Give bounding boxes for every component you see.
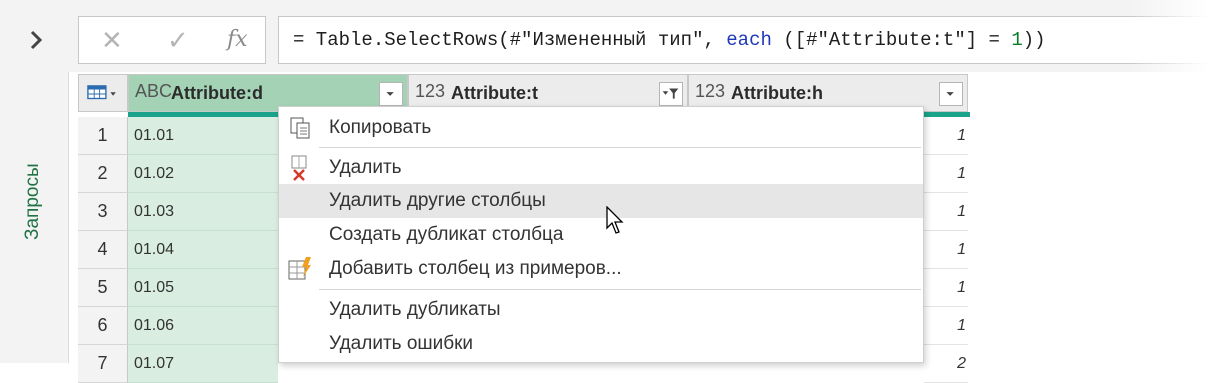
chevron-down-icon <box>386 92 394 96</box>
menu-item-label: Создать дубликат столбца <box>329 224 564 245</box>
column-attribute-h-cells: 1 1 1 1 1 1 2 <box>924 117 968 383</box>
confirm-formula-icon[interactable]: ✓ <box>167 27 189 53</box>
table-cell[interactable]: 01.05 <box>128 269 278 307</box>
menu-item-label: Удалить ошибки <box>329 333 474 354</box>
table-cell[interactable]: 01.07 <box>128 345 278 383</box>
menu-item-label: Удалить дубликаты <box>329 299 501 320</box>
menu-separator <box>319 147 921 148</box>
column-attribute-d-cells: 01.01 01.02 01.03 01.04 01.05 01.06 01.0… <box>128 117 278 383</box>
menu-item-delete[interactable]: Удалить <box>279 151 923 185</box>
table-cell[interactable]: 1 <box>924 307 968 345</box>
number-type-icon[interactable]: 123 <box>695 81 725 102</box>
column-filter-button[interactable] <box>659 82 683 106</box>
row-number[interactable]: 5 <box>78 269 128 307</box>
row-number[interactable]: 1 <box>78 117 128 155</box>
row-number[interactable]: 3 <box>78 193 128 231</box>
row-numbers: 1 2 3 4 5 6 7 <box>78 117 128 383</box>
table-cell[interactable]: 1 <box>924 231 968 269</box>
column-dropdown-button[interactable] <box>939 82 963 106</box>
table-icon <box>87 85 116 100</box>
table-cell[interactable]: 01.03 <box>128 193 278 231</box>
table-cell[interactable]: 1 <box>924 155 968 193</box>
menu-item-remove-duplicates[interactable]: Удалить дубликаты <box>279 293 923 327</box>
table-cell[interactable]: 01.01 <box>128 117 278 155</box>
menu-separator <box>319 289 921 290</box>
column-name: Attribute:t <box>451 83 538 103</box>
table-menu-corner[interactable] <box>78 74 128 112</box>
table-cell[interactable]: 01.04 <box>128 231 278 269</box>
formula-input[interactable]: = Table.SelectRows(#"Измененный тип", ea… <box>278 16 1208 64</box>
table-cell[interactable]: 1 <box>924 269 968 307</box>
menu-item-copy[interactable]: Копировать <box>279 111 923 145</box>
number-type-icon[interactable]: 123 <box>415 81 445 102</box>
formula-controls: ✕ ✓ fx <box>78 16 266 64</box>
right-edge-fade <box>1130 0 1208 363</box>
row-number[interactable]: 2 <box>78 155 128 193</box>
menu-item-remove-other-columns[interactable]: Удалить другие столбцы <box>279 184 923 218</box>
copy-icon <box>290 117 310 139</box>
formula-text-prefix: = Table.SelectRows(#"Измененный тип", <box>293 29 727 51</box>
column-context-menu: Копировать Удалить Удалить другие столбц… <box>278 106 924 363</box>
table-cell[interactable]: 01.06 <box>128 307 278 345</box>
delete-column-icon <box>291 155 307 181</box>
menu-item-label: Копировать <box>329 117 432 138</box>
add-column-from-examples-icon <box>288 257 311 280</box>
formula-text-middle: ([#"Attribute:t"] = <box>771 29 1012 51</box>
menu-item-remove-errors[interactable]: Удалить ошибки <box>279 327 923 361</box>
expand-queries-chevron-icon[interactable] <box>24 28 48 52</box>
formula-number: 1 <box>1011 29 1023 51</box>
row-number[interactable]: 6 <box>78 307 128 345</box>
column-name: Attribute:h <box>731 83 823 103</box>
menu-item-label: Добавить столбец из примеров... <box>329 258 622 279</box>
queries-pane-label[interactable]: Запросы <box>22 163 44 240</box>
table-cell[interactable]: 1 <box>924 117 968 155</box>
mouse-cursor-icon <box>606 206 624 234</box>
filter-icon <box>662 88 679 99</box>
menu-item-label: Удалить другие столбцы <box>329 190 546 211</box>
row-number[interactable]: 7 <box>78 345 128 383</box>
menu-item-duplicate-column[interactable]: Создать дубликат столбца <box>279 218 923 252</box>
queries-pane-collapsed: Запросы <box>0 0 69 363</box>
row-number[interactable]: 4 <box>78 231 128 269</box>
chevron-down-icon <box>946 92 954 96</box>
text-type-icon[interactable]: ABC <box>135 81 172 102</box>
column-dropdown-button[interactable] <box>379 82 403 106</box>
menu-item-label: Удалить <box>329 157 402 178</box>
table-cell[interactable]: 2 <box>924 345 968 383</box>
table-cell[interactable]: 1 <box>924 193 968 231</box>
insert-function-icon[interactable]: fx <box>227 27 248 53</box>
formula-text-suffix: )) <box>1022 29 1046 51</box>
table-cell[interactable]: 01.02 <box>128 155 278 193</box>
cancel-formula-icon[interactable]: ✕ <box>101 27 123 53</box>
formula-keyword: each <box>726 29 772 51</box>
column-name: Attribute:d <box>171 83 263 103</box>
menu-item-column-from-examples[interactable]: Добавить столбец из примеров... <box>279 252 923 286</box>
